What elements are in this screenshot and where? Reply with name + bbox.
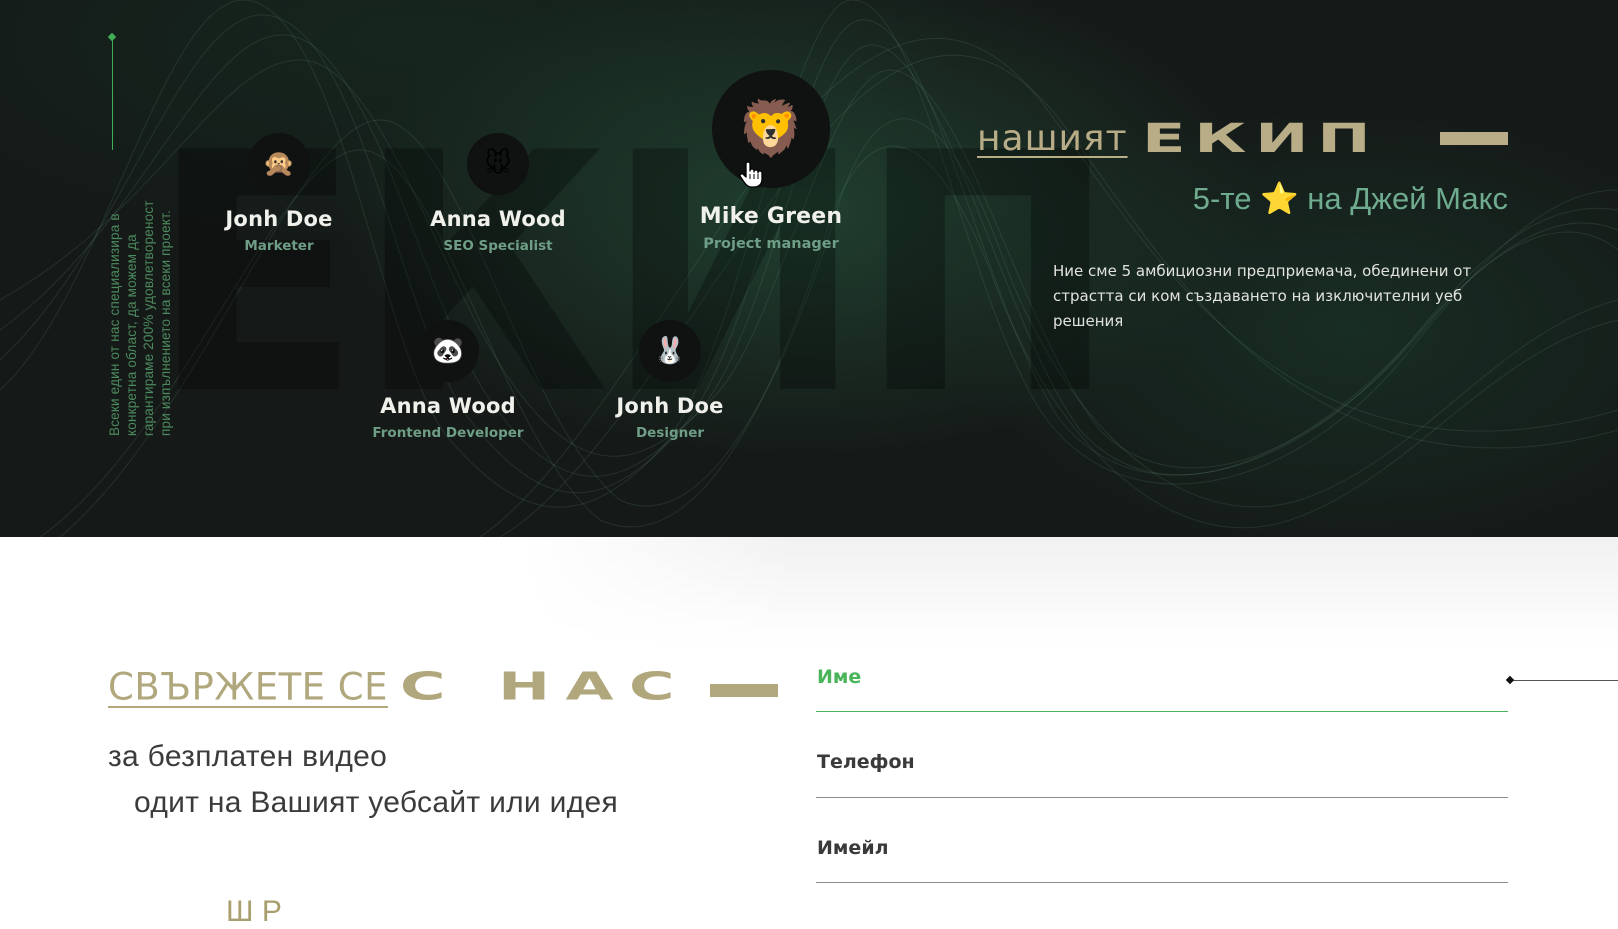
team-member-card[interactable]: 🐰 Jonh Doe Designer xyxy=(560,320,780,441)
member-name: Mike Green xyxy=(699,204,843,229)
name-field[interactable]: Име xyxy=(816,666,1508,712)
rabbit-avatar-icon: 🐰 xyxy=(639,320,701,382)
contact-partial-text: Ш Р xyxy=(226,895,282,928)
member-role: Marketer xyxy=(244,238,314,254)
contact-subtitle-line1: за безплатен видео xyxy=(108,740,388,773)
accent-vertical-line xyxy=(112,38,113,150)
team-member-card[interactable]: 🐭 Anna Wood SEO Specialist xyxy=(388,133,608,254)
member-name: Jonh Doe xyxy=(616,394,724,418)
team-section: ЕКИП Всеки един от нас специализира в ко… xyxy=(0,0,1618,537)
star-icon: ⭐ xyxy=(1260,181,1299,216)
contact-heading: СВЪРЖЕТЕ СЕ С НАС xyxy=(108,664,674,710)
mouse-avatar-icon: 🐭 xyxy=(467,133,529,195)
member-name: Jonh Doe xyxy=(225,207,333,231)
phone-field[interactable]: Телефон xyxy=(816,751,1508,798)
phone-field-label: Телефон xyxy=(817,751,915,773)
team-member-card[interactable]: 🙊 Jonh Doe Marketer xyxy=(169,133,389,254)
email-field[interactable]: Имейл xyxy=(816,837,1508,883)
member-role: Project manager xyxy=(703,236,839,252)
email-field-label: Имейл xyxy=(817,837,889,859)
team-heading: нашият ЕКИП xyxy=(977,113,1370,164)
member-role: SEO Specialist xyxy=(443,238,553,254)
contact-heading-bold: С НАС xyxy=(400,665,691,709)
team-side-text: Всеки един от нас специализира в конкрет… xyxy=(107,200,173,436)
team-member-card[interactable]: 🐼 Anna Wood Frontend Developer xyxy=(338,320,558,441)
name-field-label: Име xyxy=(817,666,862,688)
panda-avatar-icon: 🐼 xyxy=(417,320,479,382)
member-role: Frontend Developer xyxy=(372,425,524,441)
section-shadow xyxy=(520,537,1618,647)
team-heading-light: нашият xyxy=(977,118,1128,159)
heading-dash xyxy=(1440,132,1508,145)
contact-subtitle-line2: одит на Вашият уебсайт или идея xyxy=(134,786,619,819)
team-description: Ние сме 5 амбициозни предприемача, обеди… xyxy=(1053,262,1472,330)
hand-cursor-icon xyxy=(739,161,763,188)
lion-avatar-icon: 🦁 xyxy=(712,70,830,188)
contact-heading-light: СВЪРЖЕТЕ СЕ xyxy=(108,665,389,709)
team-member-card-featured[interactable]: 🦁 Mike Green Project manager xyxy=(661,70,881,252)
member-role: Designer xyxy=(635,425,705,441)
heading-dash xyxy=(710,684,778,697)
member-name: Anna Wood xyxy=(430,207,566,231)
decorative-line xyxy=(1512,680,1618,681)
team-subtitle: 5-те ⭐ на Джей Макс xyxy=(1192,181,1508,216)
monkey-avatar-icon: 🙊 xyxy=(248,133,310,195)
member-name: Anna Wood xyxy=(380,394,516,418)
team-heading-bold: ЕКИП xyxy=(1141,115,1379,162)
